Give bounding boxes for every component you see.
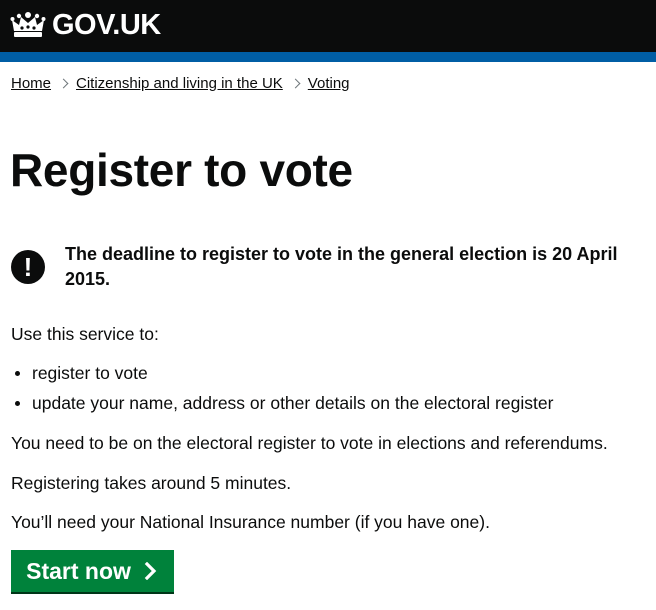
- list-item: register to vote: [11, 362, 553, 392]
- exclamation-icon: !: [11, 250, 45, 284]
- start-now-button[interactable]: Start now: [11, 550, 174, 592]
- electoral-register-text: You need to be on the electoral register…: [11, 433, 608, 453]
- header-accent-bar: [0, 52, 656, 62]
- logo-text: GOV.UK: [52, 9, 161, 41]
- service-list: register to vote update your name, addre…: [11, 362, 553, 422]
- ni-number-text: You’ll need your National Insurance numb…: [11, 512, 490, 532]
- breadcrumb-separator-icon: [290, 78, 301, 88]
- bullet-icon: [15, 371, 20, 376]
- intro-text: Use this service to:: [11, 324, 159, 344]
- breadcrumb-voting[interactable]: Voting: [308, 75, 350, 92]
- start-button-label: Start now: [26, 557, 131, 584]
- chevron-right-icon: [144, 562, 157, 580]
- breadcrumb-home[interactable]: Home: [11, 75, 51, 92]
- breadcrumb-separator-icon: [58, 78, 69, 88]
- page-title: Register to vote: [10, 144, 353, 196]
- bullet-icon: [15, 401, 20, 406]
- breadcrumb-citizenship[interactable]: Citizenship and living in the UK: [76, 75, 283, 92]
- warning-text: The deadline to register to vote in the …: [65, 244, 618, 289]
- list-item: update your name, address or other detai…: [11, 392, 553, 422]
- duration-text: Registering takes around 5 minutes.: [11, 473, 292, 493]
- list-item-text: register to vote: [32, 363, 148, 383]
- site-header: GOV.UK: [0, 0, 656, 52]
- govuk-logo-link[interactable]: GOV.UK: [10, 8, 161, 42]
- list-item-text: update your name, address or other detai…: [32, 393, 554, 413]
- crown-icon: [10, 12, 46, 37]
- breadcrumb: Home Citizenship and living in the UK Vo…: [11, 73, 350, 93]
